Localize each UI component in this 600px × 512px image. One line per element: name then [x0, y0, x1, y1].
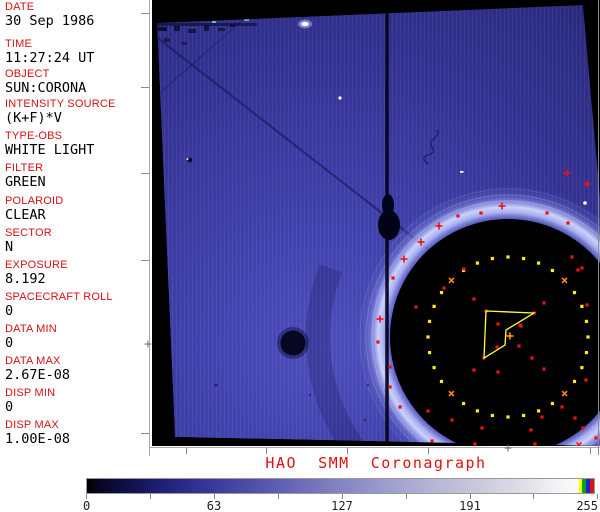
field-value: GREEN	[5, 175, 147, 189]
star-dot-2	[583, 201, 587, 205]
field-value: 1.00E-08	[5, 432, 147, 446]
field-type-obs: TYPE-OBSWHITE LIGHT	[5, 131, 147, 157]
field-disp-max: DISP MAX1.00E-08	[5, 420, 147, 446]
field-label: DISP MIN	[5, 388, 147, 399]
colorbar-label: 0	[83, 499, 90, 512]
field-label: INTENSITY SOURCE	[5, 99, 147, 110]
field-label: DATA MIN	[5, 324, 147, 335]
dust-speck-glint	[187, 158, 189, 160]
field-value: (K+F)*V	[5, 111, 147, 125]
field-data-max: DATA MAX2.67E-08	[5, 356, 147, 382]
field-filter: FILTERGREEN	[5, 163, 147, 189]
field-label: SPACECRAFT ROLL	[5, 292, 147, 303]
field-value: CLEAR	[5, 208, 147, 222]
smm-coronagraph-viewer: DATE30 Sep 1986 TIME11:27:24 UT OBJECTSU…	[0, 0, 600, 512]
field-data-min: DATA MIN0	[5, 324, 147, 350]
sky-plane	[152, 0, 600, 446]
field-label: SECTOR	[5, 228, 147, 239]
metadata-sidebar: DATE30 Sep 1986 TIME11:27:24 UT OBJECTSU…	[0, 0, 148, 512]
field-value: 0	[5, 400, 147, 414]
field-value: 0	[5, 304, 147, 318]
field-label: TYPE-OBS	[5, 131, 147, 142]
field-label: FILTER	[5, 163, 147, 174]
bottom-axis-plus-marker: +	[504, 444, 512, 453]
field-label: POLAROID	[5, 196, 147, 207]
field-polaroid: POLAROIDCLEAR	[5, 196, 147, 222]
intensity-colorbar	[86, 478, 595, 494]
tick	[141, 87, 149, 88]
colorbar-label: 63	[194, 499, 234, 512]
speck	[309, 394, 311, 396]
field-exposure: EXPOSURE8.192	[5, 260, 147, 286]
bottom-axis-line	[150, 447, 600, 448]
field-value: 30 Sep 1986	[5, 14, 147, 28]
field-label: EXPOSURE	[5, 260, 147, 271]
colorbar-stripe	[590, 479, 594, 493]
coronagraph-canvas	[152, 0, 600, 446]
dark-blob	[281, 331, 306, 356]
speck	[364, 419, 367, 422]
field-time: TIME11:27:24 UT	[5, 39, 147, 65]
field-intensity-source: INTENSITY SOURCE(K+F)*V	[5, 99, 147, 125]
dust-speck	[188, 158, 193, 163]
field-value: SUN:CORONA	[5, 81, 147, 95]
left-axis-line	[149, 0, 150, 456]
field-label: OBJECT	[5, 69, 147, 80]
image-title: HAO SMM Coronagraph	[152, 454, 600, 472]
tick	[141, 13, 149, 14]
star-dot	[338, 96, 341, 99]
field-label: DISP MAX	[5, 420, 147, 431]
bright-spot	[301, 22, 309, 27]
tick	[141, 173, 149, 174]
left-axis-plus-marker: +	[144, 340, 152, 349]
field-sector: SECTORN	[5, 228, 147, 254]
field-value: 11:27:24 UT	[5, 51, 147, 65]
right-axis-line	[598, 0, 599, 455]
field-value: N	[5, 240, 147, 254]
field-object: OBJECTSUN:CORONA	[5, 69, 147, 95]
field-value: 0	[5, 336, 147, 350]
star-dash	[460, 171, 464, 173]
speck	[367, 384, 369, 386]
field-value: 2.67E-08	[5, 368, 147, 382]
field-label: DATA MAX	[5, 356, 147, 367]
field-disp-min: DISP MIN0	[5, 388, 147, 414]
field-date: DATE30 Sep 1986	[5, 2, 147, 28]
tick	[141, 433, 149, 434]
colorbar-label: 255	[558, 499, 598, 512]
field-label: TIME	[5, 39, 147, 50]
field-label: DATE	[5, 2, 147, 13]
colorbar-labels: 0 63 127 191 255	[0, 499, 600, 512]
field-value: 8.192	[5, 272, 147, 286]
pylon-bulb	[378, 210, 400, 240]
field-spacecraft-roll: SPACECRAFT ROLL0	[5, 292, 147, 318]
coronagraph-image	[152, 0, 600, 446]
speck	[215, 384, 218, 387]
field-value: WHITE LIGHT	[5, 143, 147, 157]
tick	[141, 260, 149, 261]
colorbar-label: 127	[322, 499, 362, 512]
colorbar-label: 191	[450, 499, 490, 512]
